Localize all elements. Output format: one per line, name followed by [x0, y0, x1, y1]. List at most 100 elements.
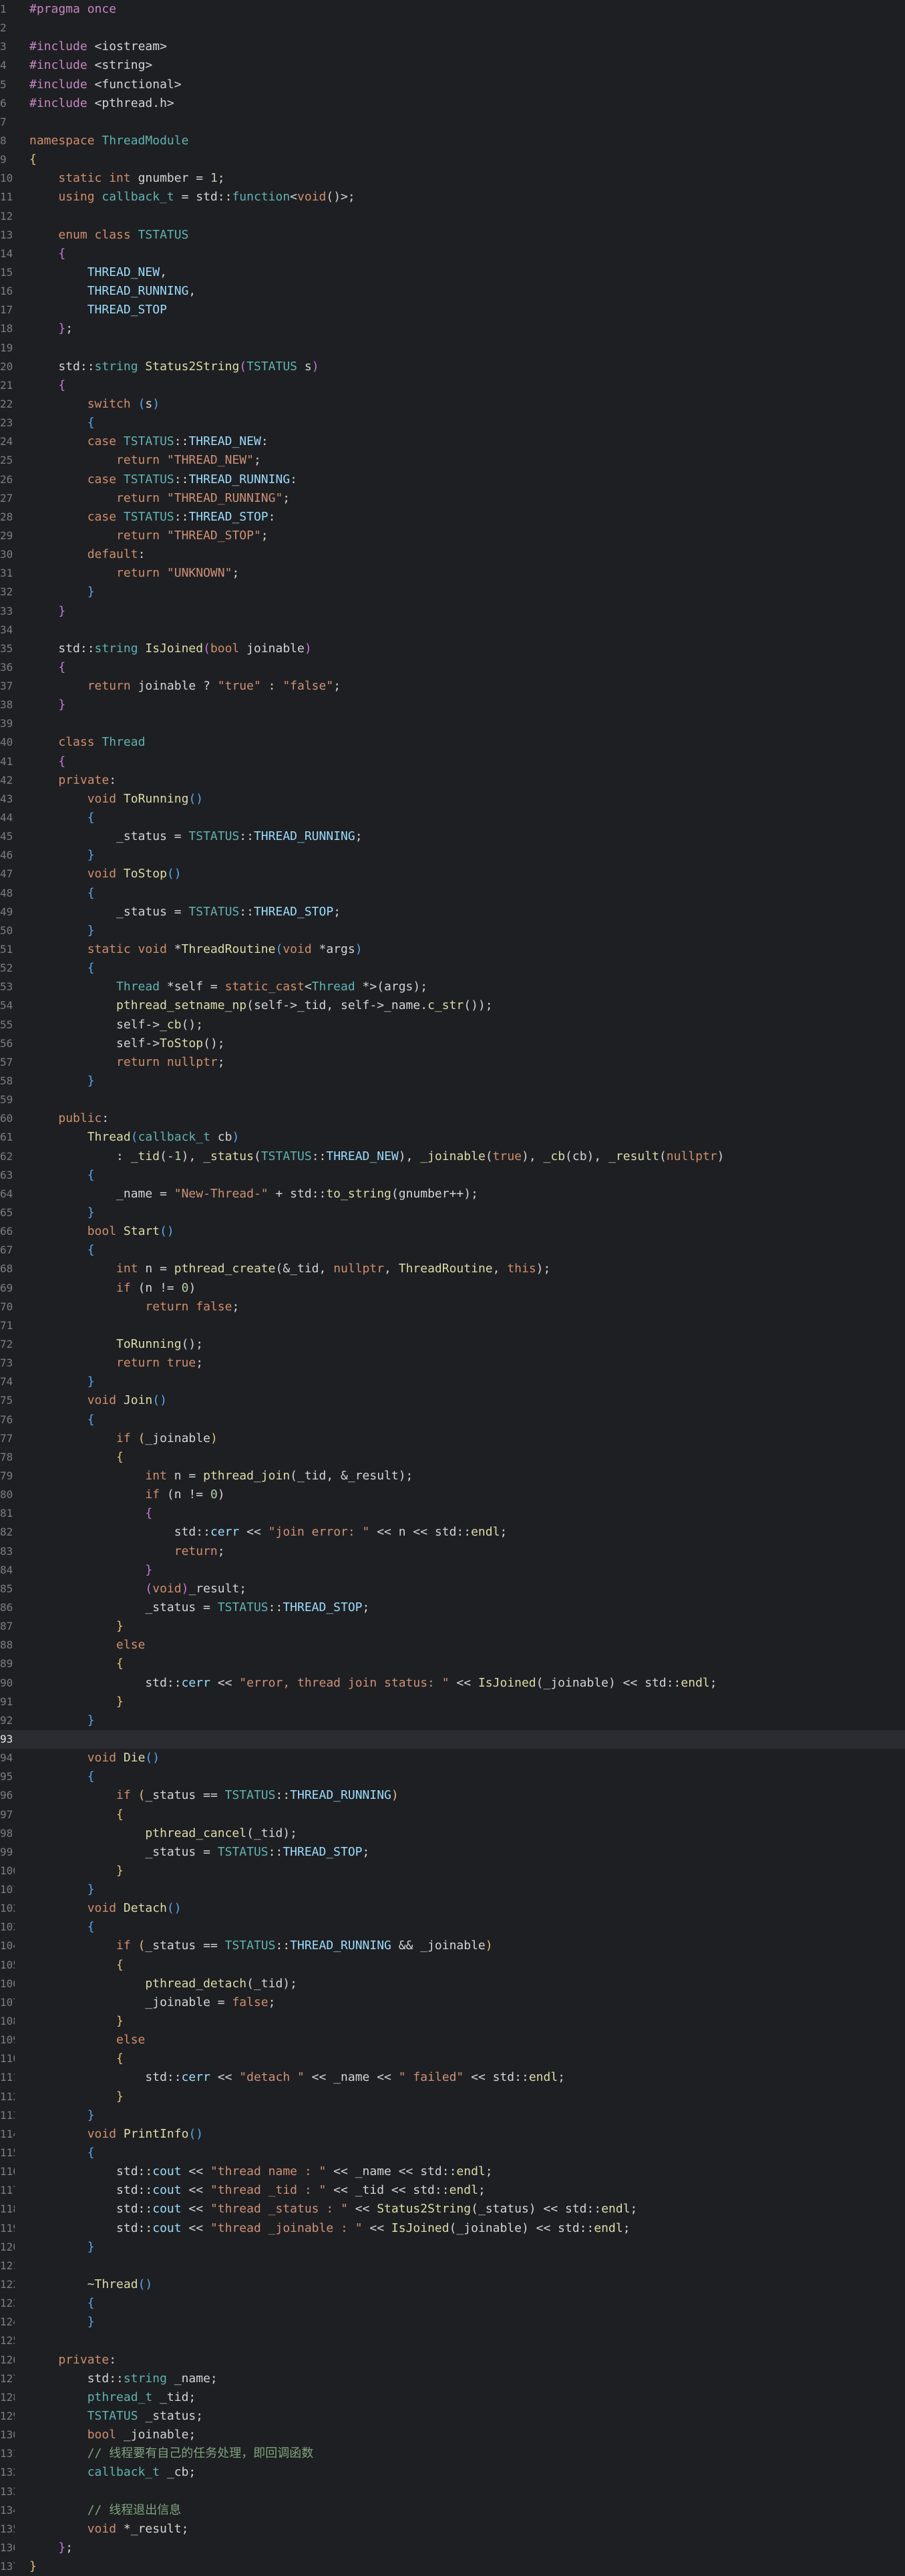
code-line[interactable]: 129 TSTATUS _status; [0, 2407, 905, 2426]
code-line[interactable]: 46 } [0, 846, 905, 865]
code-line[interactable]: 48 { [0, 884, 905, 903]
code-line[interactable]: 32 } [0, 583, 905, 601]
code-line[interactable]: 98 pthread_cancel(_tid); [0, 1824, 905, 1843]
code-line[interactable]: 93 [0, 1729, 905, 1749]
code-line[interactable]: 2 [0, 19, 905, 37]
code-line[interactable]: 115 { [0, 2144, 905, 2162]
code-line[interactable]: 88 else [0, 1636, 905, 1655]
code-line[interactable]: 105 { [0, 1956, 905, 1975]
code-line[interactable]: 5 #include <functional> [0, 76, 905, 94]
code-line[interactable]: 28 case TSTATUS::THREAD_STOP: [0, 508, 905, 527]
code-line[interactable]: 15 THREAD_NEW, [0, 263, 905, 282]
code-line[interactable]: 24 case TSTATUS::THREAD_NEW: [0, 432, 905, 451]
code-line[interactable]: 38 } [0, 696, 905, 714]
code-line[interactable]: 90 std::cerr << "error, thread join stat… [0, 1674, 905, 1693]
code-line[interactable]: 67 { [0, 1241, 905, 1260]
code-line[interactable]: 112 } [0, 2088, 905, 2106]
code-line[interactable]: 131 // 线程要有自己的任务处理，即回调函数 [0, 2444, 905, 2463]
code-line[interactable]: 40 class Thread [0, 733, 905, 752]
code-line[interactable]: 127 std::string _name; [0, 2370, 905, 2388]
code-line[interactable]: 39 [0, 714, 905, 733]
code-line[interactable]: 121 [0, 2257, 905, 2275]
code-line[interactable]: 114 void PrintInfo() [0, 2125, 905, 2144]
code-line[interactable]: 103 { [0, 1918, 905, 1937]
code-line[interactable]: 119 std::cout << "thread _joinable : " <… [0, 2219, 905, 2238]
code-line[interactable]: 6 #include <pthread.h> [0, 94, 905, 113]
code-line[interactable]: 96 if (_status == TSTATUS::THREAD_RUNNIN… [0, 1786, 905, 1805]
code-line[interactable]: 30 default: [0, 545, 905, 564]
code-line[interactable]: 47 void ToStop() [0, 865, 905, 883]
code-line[interactable]: 113 } [0, 2106, 905, 2125]
code-line[interactable]: 63 { [0, 1166, 905, 1185]
code-line[interactable]: 84 } [0, 1561, 905, 1580]
code-line[interactable]: 25 return "THREAD_NEW"; [0, 451, 905, 470]
code-line[interactable]: 107 _joinable = false; [0, 1993, 905, 2012]
code-line[interactable]: 52 { [0, 959, 905, 978]
code-line[interactable]: 80 if (n != 0) [0, 1485, 905, 1504]
code-line[interactable]: 68 int n = pthread_create(&_tid, nullptr… [0, 1260, 905, 1278]
code-line[interactable]: 19 [0, 339, 905, 357]
code-line[interactable]: 97 { [0, 1806, 905, 1824]
code-line[interactable]: 10 static int gnumber = 1; [0, 169, 905, 188]
code-line[interactable]: 64 _name = "New-Thread-" + std::to_strin… [0, 1185, 905, 1203]
code-line[interactable]: 130 bool _joinable; [0, 2426, 905, 2444]
code-line[interactable]: 50 } [0, 921, 905, 940]
code-line[interactable]: 60 public: [0, 1109, 905, 1128]
code-line[interactable]: 92 } [0, 1711, 905, 1730]
code-line[interactable]: 125 [0, 2331, 905, 2350]
code-line[interactable]: 133 [0, 2482, 905, 2501]
code-line[interactable]: 55 self->_cb(); [0, 1016, 905, 1034]
code-line[interactable]: 54 pthread_setname_np(self->_tid, self->… [0, 996, 905, 1015]
code-line[interactable]: 85 (void)_result; [0, 1580, 905, 1598]
code-line[interactable]: 66 bool Start() [0, 1222, 905, 1241]
code-line[interactable]: 77 if (_joinable) [0, 1429, 905, 1448]
code-line[interactable]: 1 #pragma once [0, 0, 905, 19]
code-line[interactable]: 20 std::string Status2String(TSTATUS s) [0, 357, 905, 376]
code-line[interactable]: 36 { [0, 658, 905, 677]
code-line[interactable]: 23 { [0, 414, 905, 432]
code-line[interactable]: 82 std::cerr << "join error: " << n << s… [0, 1523, 905, 1542]
code-line[interactable]: 45 _status = TSTATUS::THREAD_RUNNING; [0, 827, 905, 846]
code-line[interactable]: 29 return "THREAD_STOP"; [0, 527, 905, 545]
code-line[interactable]: 14 { [0, 245, 905, 263]
code-line[interactable]: 17 THREAD_STOP [0, 301, 905, 319]
code-line[interactable]: 65 } [0, 1203, 905, 1222]
code-line[interactable]: 42 private: [0, 771, 905, 790]
code-line[interactable]: 75 void Join() [0, 1391, 905, 1410]
code-line[interactable]: 11 using callback_t = std::function<void… [0, 188, 905, 206]
code-line[interactable]: 58 } [0, 1072, 905, 1091]
code-line[interactable]: 71 [0, 1316, 905, 1335]
code-line[interactable]: 109 else [0, 2031, 905, 2049]
code-line[interactable]: 120 } [0, 2238, 905, 2257]
code-line[interactable]: 137} [0, 2557, 905, 2576]
code-line[interactable]: 72 ToRunning(); [0, 1335, 905, 1354]
code-line[interactable]: 95 { [0, 1767, 905, 1786]
code-line[interactable]: 89 { [0, 1655, 905, 1673]
code-line[interactable]: 118 std::cout << "thread _status : " << … [0, 2200, 905, 2219]
code-line[interactable]: 44 { [0, 809, 905, 827]
code-line[interactable]: 132 callback_t _cb; [0, 2463, 905, 2482]
code-line[interactable]: 108 } [0, 2012, 905, 2031]
code-line[interactable]: 37 return joinable ? "true" : "false"; [0, 677, 905, 696]
code-line[interactable]: 135 void *_result; [0, 2520, 905, 2539]
code-line[interactable]: 43 void ToRunning() [0, 790, 905, 809]
code-line[interactable]: 99 _status = TSTATUS::THREAD_STOP; [0, 1843, 905, 1862]
code-line[interactable]: 110 { [0, 2049, 905, 2068]
code-line[interactable]: 3 #include <iostream> [0, 37, 905, 56]
code-line[interactable]: 126 private: [0, 2351, 905, 2370]
code-line[interactable]: 49 _status = TSTATUS::THREAD_STOP; [0, 903, 905, 921]
code-line[interactable]: 101 } [0, 1880, 905, 1899]
code-line[interactable]: 51 static void *ThreadRoutine(void *args… [0, 940, 905, 959]
code-line[interactable]: 100 } [0, 1862, 905, 1880]
code-line[interactable]: 78 { [0, 1448, 905, 1467]
code-line[interactable]: 111 std::cerr << "detach " << _name << "… [0, 2068, 905, 2087]
code-line[interactable]: 41 { [0, 752, 905, 771]
code-line[interactable]: 102 void Detach() [0, 1899, 905, 1918]
code-line[interactable]: 59 [0, 1091, 905, 1109]
code-line[interactable]: 34 [0, 621, 905, 639]
code-line[interactable]: 13 enum class TSTATUS [0, 226, 905, 245]
code-line[interactable]: 134 // 线程退出信息 [0, 2501, 905, 2520]
code-line[interactable]: 86 _status = TSTATUS::THREAD_STOP; [0, 1598, 905, 1617]
code-line[interactable]: 4 #include <string> [0, 56, 905, 75]
code-line[interactable]: 7 [0, 113, 905, 132]
